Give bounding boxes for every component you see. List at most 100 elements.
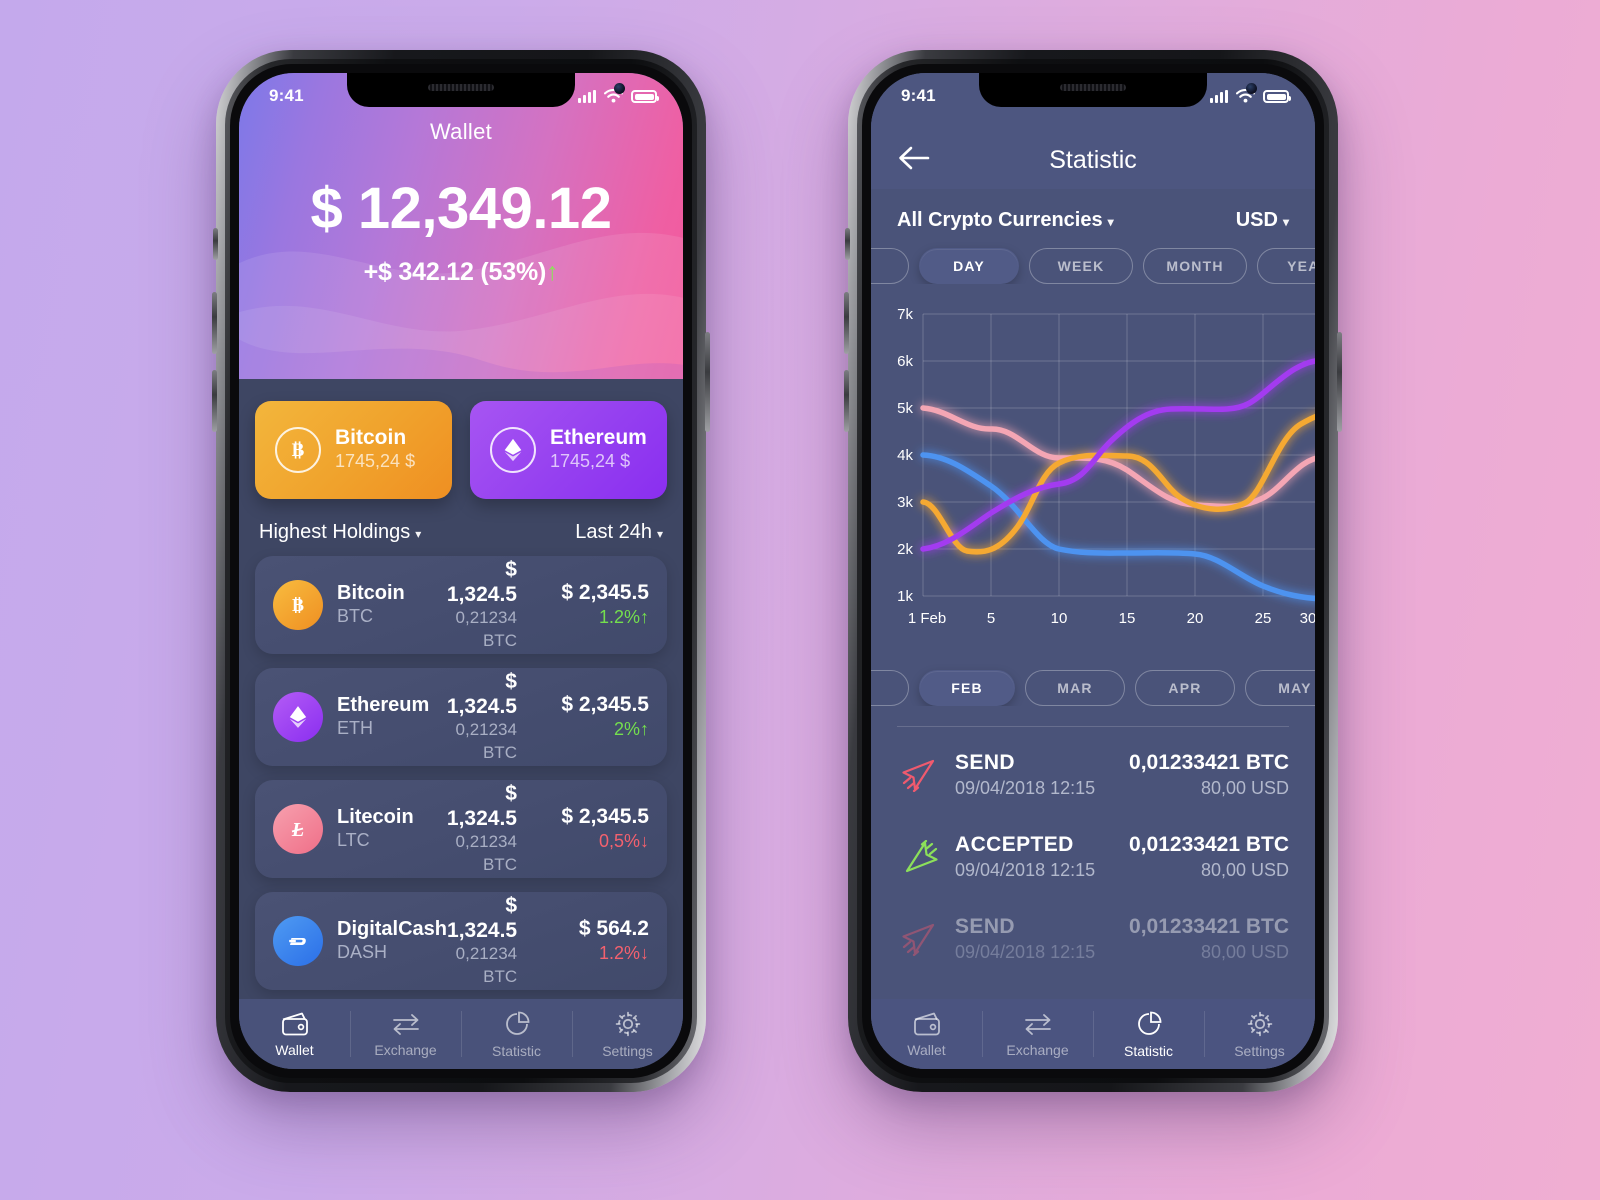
- currency-unit-dropdown[interactable]: USD ▾: [1236, 209, 1289, 232]
- trend-down-icon: ↓: [640, 943, 649, 964]
- holding-value: $ 2,345.5: [561, 693, 649, 717]
- tab-label: Wallet: [907, 1041, 946, 1058]
- chart-svg: 7k 6k 5k 4k 3k 2k 1k 1 Feb 5 10 15 20 25…: [897, 306, 1315, 627]
- holding-amount: 0,21234 BTC: [455, 832, 517, 875]
- holding-amount: 0,21234 BTC: [455, 608, 517, 651]
- svg-text:1 Feb: 1 Feb: [908, 610, 946, 627]
- transaction-fiat: 80,00 USD: [1200, 859, 1289, 880]
- sort-dropdown[interactable]: Highest Holdings ▾: [259, 521, 421, 544]
- chart-x-axis-labels: 1 Feb 5 10 15 20 25 30 Feb: [908, 610, 1315, 627]
- range-pill-group: DAY WEEK MONTH YEAR: [871, 232, 1315, 284]
- pill-label: MONTH: [1166, 258, 1224, 274]
- tab-statistic[interactable]: Statistic: [1093, 999, 1204, 1069]
- chevron-down-icon: ▾: [1107, 215, 1114, 229]
- power-button[interactable]: [1337, 332, 1342, 432]
- volume-up-button[interactable]: [212, 292, 217, 354]
- price-line-chart[interactable]: 7k 6k 5k 4k 3k 2k 1k 1 Feb 5 10 15 20 25…: [871, 298, 1315, 648]
- tab-statistic[interactable]: Statistic: [461, 999, 572, 1069]
- svg-text:6k: 6k: [897, 353, 913, 370]
- chevron-down-icon: ▾: [656, 527, 663, 541]
- featured-coin-cards: B Bitcoin 1745,24 $ Ethereum 1745,24 $: [239, 379, 683, 499]
- tab-exchange[interactable]: Exchange: [982, 999, 1093, 1069]
- svg-text:10: 10: [1051, 610, 1068, 627]
- volume-up-button[interactable]: [844, 292, 849, 354]
- trend-up-icon: ↑: [640, 607, 649, 628]
- tab-label: Exchange: [374, 1041, 437, 1058]
- table-row[interactable]: L Litecoin LTC $ 1,324.5 0,21234 BTC $ 2…: [255, 780, 667, 878]
- month-pill-may[interactable]: MAY: [1245, 670, 1315, 706]
- svg-text:5: 5: [987, 610, 995, 627]
- back-arrow-icon[interactable]: [897, 143, 931, 173]
- currency-filter-dropdown[interactable]: All Crypto Currencies ▾: [897, 209, 1114, 232]
- transaction-fiat: 80,00 USD: [1200, 941, 1289, 962]
- total-balance: $ 12,349.12: [310, 176, 612, 241]
- phone-inner-bezel: 9:41: [230, 64, 692, 1078]
- tab-exchange[interactable]: Exchange: [350, 999, 461, 1069]
- month-pill-feb[interactable]: FEB: [919, 670, 1015, 706]
- holding-change-value: 1.2%: [598, 607, 640, 628]
- phone-bezel: 9:41: [857, 59, 1329, 1083]
- range-pill-week[interactable]: WEEK: [1029, 248, 1133, 284]
- bottom-tab-bar: Wallet Exchange Statistic Settings: [239, 999, 683, 1069]
- silent-switch[interactable]: [213, 228, 218, 260]
- transaction-fiat: 80,00 USD: [1200, 777, 1289, 798]
- month-pill-previous[interactable]: [871, 670, 909, 706]
- holding-name: DigitalCash: [337, 918, 448, 941]
- table-row[interactable]: B Bitcoin BTC $ 1,324.5 0,21234 BTC $ 2,…: [255, 556, 667, 654]
- month-pill-group: FEB MAR APR MAY: [871, 654, 1315, 706]
- holding-change-value: 1.2%: [598, 943, 640, 964]
- bitcoin-icon: B: [273, 580, 323, 630]
- coin-card-ethereum[interactable]: Ethereum 1745,24 $: [470, 401, 667, 499]
- list-item[interactable]: ACCEPTED 09/04/2018 12:15 0,01233421 BTC…: [871, 809, 1315, 891]
- volume-down-button[interactable]: [844, 370, 849, 432]
- holding-change-value: 0,5%: [598, 831, 640, 852]
- tab-wallet[interactable]: Wallet: [871, 999, 982, 1069]
- tab-label: Statistic: [1123, 1042, 1173, 1059]
- tab-label: Exchange: [1006, 1041, 1069, 1058]
- range-pill-day[interactable]: DAY: [919, 248, 1019, 284]
- holding-name: Litecoin: [337, 806, 414, 829]
- pill-label: WEEK: [1057, 258, 1105, 274]
- coin-card-bitcoin[interactable]: B Bitcoin 1745,24 $: [255, 401, 452, 499]
- gear-icon: [615, 1011, 640, 1036]
- month-pill-apr[interactable]: APR: [1135, 670, 1235, 706]
- trend-up-icon: ↑: [640, 719, 649, 740]
- earpiece-speaker-icon: [428, 84, 494, 91]
- svg-text:2k: 2k: [897, 541, 913, 558]
- period-dropdown[interactable]: Last 24h ▾: [575, 521, 663, 544]
- table-row[interactable]: DigitalCash DASH $ 1,324.5 0,21234 BTC $…: [255, 892, 667, 990]
- earpiece-speaker-icon: [1060, 84, 1126, 91]
- range-pill-previous[interactable]: [871, 248, 909, 284]
- holding-price: $ 1,324.5: [446, 669, 517, 719]
- phone-bezel: 9:41: [225, 59, 697, 1083]
- silent-switch[interactable]: [845, 228, 850, 260]
- holding-change: 0,5%↓: [541, 829, 649, 853]
- power-button[interactable]: [705, 332, 710, 432]
- gear-icon: [1247, 1011, 1272, 1036]
- month-pill-mar[interactable]: MAR: [1025, 670, 1125, 706]
- chart-y-axis-labels: 7k 6k 5k 4k 3k 2k 1k: [897, 306, 913, 605]
- list-item[interactable]: SEND 09/04/2018 12:15 0,01233421 BTC 80,…: [871, 891, 1315, 973]
- cellular-bars-icon: [1210, 90, 1228, 103]
- send-arrow-icon: [897, 922, 943, 956]
- holding-name: Ethereum: [337, 694, 430, 717]
- tab-settings[interactable]: Settings: [572, 999, 683, 1069]
- holding-amount: 0,21234 BTC: [455, 720, 517, 763]
- tab-wallet[interactable]: Wallet: [239, 999, 350, 1069]
- chart-line-blue: [920, 452, 1315, 602]
- range-pill-month[interactable]: MONTH: [1143, 248, 1247, 284]
- range-pill-year[interactable]: YEAR: [1257, 248, 1315, 284]
- tab-settings[interactable]: Settings: [1204, 999, 1315, 1069]
- front-camera-icon: [614, 83, 625, 94]
- holding-amount: 0,21234 BTC: [455, 944, 518, 987]
- coin-card-price: 1745,24 $: [335, 451, 416, 472]
- holding-price: $ 1,324.5: [446, 557, 517, 607]
- list-item[interactable]: SEND 09/04/2018 12:15 0,01233421 BTC 80,…: [871, 727, 1315, 809]
- volume-down-button[interactable]: [212, 370, 217, 432]
- status-time: 9:41: [269, 86, 304, 105]
- holding-name: Bitcoin: [337, 582, 405, 605]
- currency-unit-label: USD: [1235, 209, 1278, 231]
- svg-text:25: 25: [1255, 610, 1272, 627]
- svg-text:3k: 3k: [897, 494, 913, 511]
- table-row[interactable]: Ethereum ETH $ 1,324.5 0,21234 BTC $ 2,3…: [255, 668, 667, 766]
